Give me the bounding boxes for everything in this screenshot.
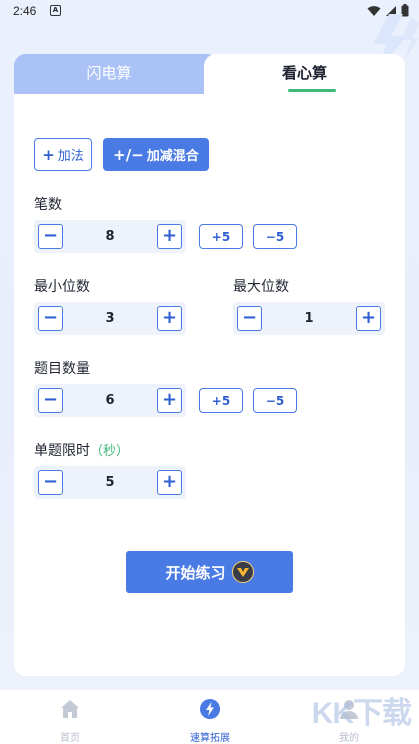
min-digits-label: 最小位数 [34, 279, 90, 295]
strokes-stepper: − 8 + [34, 220, 186, 253]
watermark: KK下载 [311, 697, 412, 730]
question-count-stepper: − 6 + [34, 384, 186, 417]
mixed-mode-button[interactable]: +/− 加减混合 [103, 138, 209, 171]
add-mode-button[interactable]: + 加法 [34, 138, 92, 171]
status-time: 2:46 [13, 4, 37, 18]
tab-mental-calc-label: 看心算 [281, 64, 327, 82]
question-count-minus5-button[interactable]: −5 [253, 388, 297, 413]
max-digits-increase-button[interactable]: + [356, 306, 381, 331]
time-limit-label: 单题限时（秒） [34, 440, 129, 460]
home-icon [61, 700, 79, 718]
lightning-icon [200, 699, 220, 719]
mixed-symbol: +/− [113, 145, 144, 164]
question-count-decrease-button[interactable]: − [38, 388, 63, 413]
question-count-increase-button[interactable]: + [157, 388, 182, 413]
tab-flash-calc-label: 闪电算 [86, 64, 132, 82]
nav-home[interactable]: 首页 [25, 698, 115, 744]
start-practice-label: 开始练习 [165, 563, 226, 582]
active-tab-indicator [288, 89, 336, 92]
start-practice-button[interactable]: 开始练习 [126, 551, 293, 593]
settings-card: + 加法 +/− 加减混合 笔数 − 8 + +5 −5 最小位数 − 3 + … [14, 94, 405, 676]
strokes-decrease-button[interactable]: − [38, 224, 63, 249]
strokes-minus5-button[interactable]: −5 [253, 224, 297, 249]
nav-speed-expand-label: 速算拓展 [190, 733, 230, 744]
add-symbol: + [42, 145, 55, 164]
start-badge-icon [231, 561, 254, 583]
min-digits-increase-button[interactable]: + [157, 306, 182, 331]
mixed-mode-label: 加减混合 [146, 149, 199, 164]
question-count-plus5-button[interactable]: +5 [199, 388, 243, 413]
add-mode-label: 加法 [57, 149, 84, 164]
strokes-label: 笔数 [34, 197, 62, 213]
time-limit-decrease-button[interactable]: − [38, 470, 63, 495]
time-limit-increase-button[interactable]: + [157, 470, 182, 495]
max-digits-value: 1 [304, 311, 314, 326]
time-limit-stepper: − 5 + [34, 466, 186, 499]
max-digits-decrease-button[interactable]: − [237, 306, 262, 331]
tab-flash-calc[interactable]: 闪电算 [14, 54, 219, 96]
notification-icon: A [50, 5, 61, 16]
max-digits-stepper: − 1 + [233, 302, 385, 335]
strokes-plus5-button[interactable]: +5 [199, 224, 243, 249]
mode-tabs: 闪电算 看心算 [14, 54, 405, 96]
time-limit-unit: （秒） [90, 444, 130, 459]
min-digits-value: 3 [105, 311, 115, 326]
strokes-increase-button[interactable]: + [157, 224, 182, 249]
min-digits-stepper: − 3 + [34, 302, 186, 335]
nav-home-label: 首页 [60, 733, 80, 744]
tab-mental-calc[interactable]: 看心算 [204, 54, 405, 96]
max-digits-label: 最大位数 [233, 279, 289, 295]
time-limit-label-text: 单题限时 [34, 443, 90, 459]
min-digits-decrease-button[interactable]: − [38, 306, 63, 331]
nav-speed-expand[interactable]: 速算拓展 [165, 698, 255, 744]
question-count-value: 6 [105, 393, 115, 408]
strokes-value: 8 [105, 229, 115, 244]
question-count-label: 题目数量 [34, 361, 90, 377]
time-limit-value: 5 [105, 475, 115, 490]
